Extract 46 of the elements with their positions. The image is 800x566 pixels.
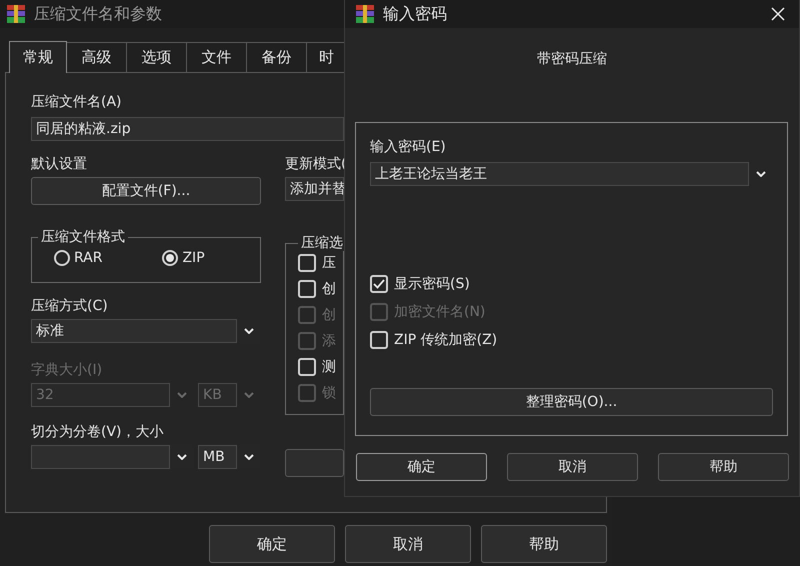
organize-passwords-button[interactable]: 整理密码(O)...: [370, 388, 773, 416]
field-label: 默认设置: [31, 155, 88, 173]
radio-label: RAR: [74, 249, 102, 267]
field-label: 压缩方式(C): [31, 297, 109, 315]
field-label: 切分为分卷(V)，大小: [31, 423, 165, 441]
chevron-down-icon[interactable]: [756, 171, 766, 177]
checkbox-label: 创: [322, 280, 336, 298]
books-icon: [355, 4, 375, 24]
checkbox-label: 添: [322, 332, 336, 350]
window-title: 压缩文件名和参数: [34, 4, 162, 24]
dialog-button[interactable]: 确定: [209, 525, 335, 563]
radio-label: ZIP: [182, 249, 205, 267]
chevron-down-icon[interactable]: [244, 454, 254, 460]
group-label: 压缩文件格式: [40, 229, 126, 245]
dialog-heading: 带密码压缩: [536, 50, 608, 68]
dropdown-field[interactable]: 添加并替: [285, 177, 344, 201]
checkbox-label: 显示密码(S): [394, 275, 470, 293]
input-field[interactable]: [31, 445, 170, 469]
dropdown-field[interactable]: 标准: [31, 319, 237, 343]
chevron-down-icon[interactable]: [244, 328, 254, 334]
checkbox-label: 锁: [322, 384, 336, 402]
radio-button[interactable]: [54, 250, 70, 266]
dropdown-field[interactable]: MB: [198, 445, 238, 469]
radio-button[interactable]: [162, 250, 178, 266]
profile-button[interactable]: 配置文件(F)...: [31, 177, 261, 205]
input-field[interactable]: 同居的粘液.zip: [31, 117, 344, 141]
field-label: 字典大小(I): [31, 361, 104, 379]
books-icon: [6, 4, 26, 24]
close-icon[interactable]: [771, 7, 785, 21]
dialog-button[interactable]: 帮助: [481, 525, 607, 563]
dialog-button[interactable]: 确定: [356, 453, 487, 481]
password-field[interactable]: 上老王论坛当老王: [370, 162, 750, 186]
tab[interactable]: 常规: [9, 41, 67, 73]
checkbox-label: 测: [322, 358, 336, 376]
checkbox-label: ZIP 传统加密(Z): [394, 331, 498, 349]
checkbox-label: 加密文件名(N): [394, 303, 486, 321]
field-label: 输入密码(E): [370, 138, 447, 156]
chevron-down-icon[interactable]: [177, 454, 188, 460]
dialog-button[interactable]: 取消: [507, 453, 638, 481]
field-label: 压缩文件名(A): [31, 93, 123, 111]
dialog-button[interactable]: 取消: [345, 525, 471, 563]
dialog-button[interactable]: 帮助: [658, 453, 789, 481]
group-label: 压缩选: [300, 235, 344, 251]
checkbox-label: 创: [322, 306, 336, 324]
checkbox-label: 压: [322, 254, 336, 272]
window-title: 输入密码: [383, 4, 447, 24]
